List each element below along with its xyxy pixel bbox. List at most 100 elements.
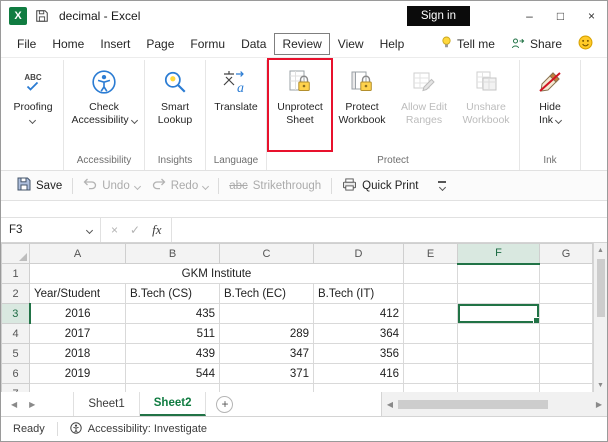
save-icon[interactable] bbox=[35, 9, 49, 23]
tab-help[interactable]: Help bbox=[372, 33, 413, 55]
sheet-tab-sheet2[interactable]: Sheet2 bbox=[139, 392, 207, 416]
tab-formulas[interactable]: Formu bbox=[182, 33, 233, 55]
accessibility-status-button[interactable]: Accessibility: Investigate bbox=[58, 421, 219, 437]
cell-D2[interactable]: B.Tech (IT) bbox=[313, 283, 404, 304]
name-box[interactable]: F3 bbox=[1, 218, 101, 242]
qat-strikethrough-button[interactable]: abc Strikethrough bbox=[223, 180, 327, 192]
enter-icon[interactable]: ✓ bbox=[130, 223, 140, 237]
vertical-scrollbar[interactable]: ▲ ▼ bbox=[593, 243, 607, 392]
qat-save-button[interactable]: Save bbox=[11, 177, 68, 194]
qat-redo-button[interactable]: Redo bbox=[146, 178, 215, 193]
tell-me-button[interactable]: Tell me bbox=[441, 36, 495, 52]
cell-E6[interactable] bbox=[403, 363, 458, 384]
close-button[interactable]: × bbox=[576, 1, 607, 31]
cell-B3[interactable]: 435 bbox=[125, 303, 220, 324]
qat-quick-print-button[interactable]: Quick Print bbox=[336, 177, 424, 194]
cell-E7[interactable] bbox=[403, 383, 458, 392]
col-header-C[interactable]: C bbox=[219, 243, 314, 264]
cell-A7[interactable] bbox=[29, 383, 126, 392]
qat-undo-button[interactable]: Undo bbox=[77, 178, 146, 193]
scroll-up-arrow[interactable]: ▲ bbox=[594, 243, 607, 257]
cancel-icon[interactable]: × bbox=[111, 223, 118, 237]
check-accessibility-button[interactable]: Check Accessibility bbox=[66, 60, 142, 150]
vertical-scroll-thumb[interactable] bbox=[596, 259, 605, 317]
cell-D6[interactable]: 416 bbox=[313, 363, 404, 384]
cell-G3[interactable] bbox=[539, 303, 593, 324]
tab-home[interactable]: Home bbox=[44, 33, 92, 55]
cell-G1[interactable] bbox=[539, 263, 593, 284]
row-header-2[interactable]: 2 bbox=[1, 283, 30, 304]
scroll-right-arrow[interactable]: ▶ bbox=[591, 400, 607, 409]
cell-C3[interactable] bbox=[219, 303, 314, 324]
feedback-smiley-icon[interactable] bbox=[578, 35, 593, 53]
row-header-3[interactable]: 3 bbox=[1, 303, 31, 324]
cell-A1-merged-title[interactable]: GKM Institute bbox=[29, 263, 404, 284]
cell-C2[interactable]: B.Tech (EC) bbox=[219, 283, 314, 304]
cell-A2[interactable]: Year/Student bbox=[29, 283, 126, 304]
cell-B4[interactable]: 511 bbox=[125, 323, 220, 344]
row-header-4[interactable]: 4 bbox=[1, 323, 30, 344]
sheet-nav-next-icon[interactable]: ▶ bbox=[29, 400, 35, 409]
cell-D4[interactable]: 364 bbox=[313, 323, 404, 344]
cell-E5[interactable] bbox=[403, 343, 458, 364]
tab-insert[interactable]: Insert bbox=[92, 33, 138, 55]
cell-E4[interactable] bbox=[403, 323, 458, 344]
col-header-F[interactable]: F bbox=[457, 243, 540, 265]
tab-file[interactable]: File bbox=[9, 33, 44, 55]
unprotect-sheet-button[interactable]: Unprotect Sheet bbox=[269, 60, 331, 150]
cell-D7[interactable] bbox=[313, 383, 404, 392]
cell-G4[interactable] bbox=[539, 323, 593, 344]
tab-data[interactable]: Data bbox=[233, 33, 274, 55]
cell-F2[interactable] bbox=[457, 283, 540, 304]
minimize-button[interactable]: – bbox=[514, 1, 545, 31]
tab-review[interactable]: Review bbox=[274, 33, 330, 55]
cell-B5[interactable]: 439 bbox=[125, 343, 220, 364]
qat-customize-button[interactable] bbox=[438, 181, 447, 191]
cell-B6[interactable]: 544 bbox=[125, 363, 220, 384]
translate-button[interactable]: a Translate bbox=[208, 60, 264, 150]
cell-C6[interactable]: 371 bbox=[219, 363, 314, 384]
cell-B2[interactable]: B.Tech (CS) bbox=[125, 283, 220, 304]
insert-function-icon[interactable]: fx bbox=[152, 222, 161, 238]
share-button[interactable]: Share bbox=[511, 37, 562, 52]
horizontal-scroll-thumb[interactable] bbox=[398, 399, 548, 409]
sign-in-button[interactable]: Sign in bbox=[406, 6, 470, 26]
cell-E3[interactable] bbox=[403, 303, 458, 324]
col-header-B[interactable]: B bbox=[125, 243, 220, 264]
cell-A3[interactable]: 2016 bbox=[29, 303, 126, 324]
row-header-6[interactable]: 6 bbox=[1, 363, 30, 384]
col-header-A[interactable]: A bbox=[29, 243, 126, 264]
allow-edit-ranges-button[interactable]: Allow Edit Ranges bbox=[393, 60, 455, 150]
protect-workbook-button[interactable]: Protect Workbook bbox=[331, 60, 393, 150]
cell-C7[interactable] bbox=[219, 383, 314, 392]
cell-E2[interactable] bbox=[403, 283, 458, 304]
col-header-G[interactable]: G bbox=[539, 243, 593, 264]
tab-page-layout[interactable]: Page bbox=[138, 33, 182, 55]
cell-G2[interactable] bbox=[539, 283, 593, 304]
proofing-button[interactable]: ABC Proofing bbox=[5, 60, 61, 150]
cell-D5[interactable]: 356 bbox=[313, 343, 404, 364]
new-sheet-button[interactable]: + bbox=[216, 395, 234, 413]
cell-E1[interactable] bbox=[403, 263, 458, 284]
maximize-button[interactable]: □ bbox=[545, 1, 576, 31]
cell-G5[interactable] bbox=[539, 343, 593, 364]
scroll-down-arrow[interactable]: ▼ bbox=[594, 378, 607, 392]
cell-F6[interactable] bbox=[457, 363, 540, 384]
cell-A6[interactable]: 2019 bbox=[29, 363, 126, 384]
select-all-corner[interactable] bbox=[1, 243, 30, 264]
cell-C5[interactable]: 347 bbox=[219, 343, 314, 364]
cell-F4[interactable] bbox=[457, 323, 540, 344]
cell-A5[interactable]: 2018 bbox=[29, 343, 126, 364]
cell-F5[interactable] bbox=[457, 343, 540, 364]
cell-F1[interactable] bbox=[457, 263, 540, 284]
sheet-tab-sheet1[interactable]: Sheet1 bbox=[73, 392, 140, 416]
col-header-D[interactable]: D bbox=[313, 243, 404, 264]
unshare-workbook-button[interactable]: Unshare Workbook bbox=[455, 60, 517, 150]
cell-G6[interactable] bbox=[539, 363, 593, 384]
cell-D3[interactable]: 412 bbox=[313, 303, 404, 324]
tab-view[interactable]: View bbox=[330, 33, 372, 55]
col-header-E[interactable]: E bbox=[403, 243, 458, 264]
selected-cell-F3[interactable] bbox=[457, 303, 540, 324]
horizontal-scrollbar[interactable]: ◀ ▶ bbox=[381, 392, 607, 416]
cell-C4[interactable]: 289 bbox=[219, 323, 314, 344]
